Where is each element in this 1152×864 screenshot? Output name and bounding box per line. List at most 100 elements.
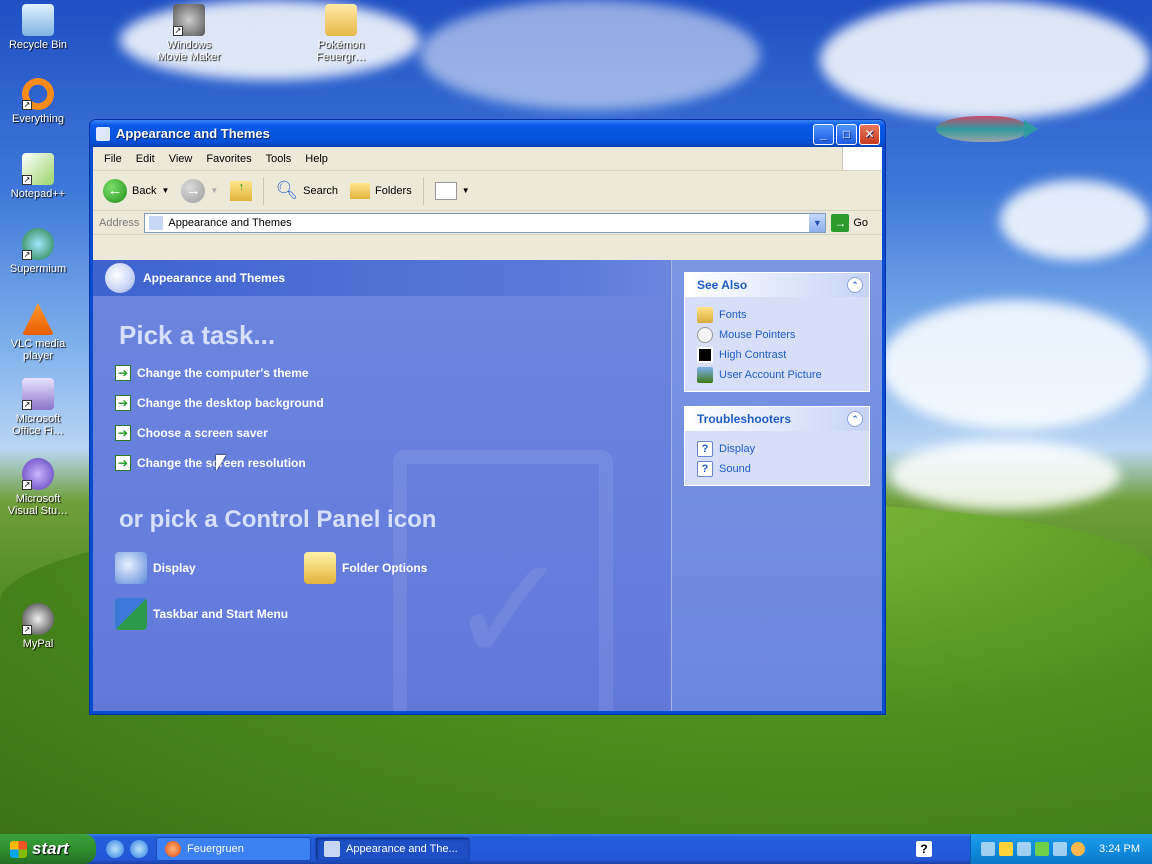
menu-bar: File Edit View Favorites Tools Help bbox=[93, 147, 882, 171]
task-link[interactable]: ➔ Change the desktop background bbox=[115, 395, 324, 411]
side-task-pane: See Also ⌃ Fonts Mouse Pointers High Con… bbox=[672, 260, 882, 711]
clock[interactable]: 3:24 PM bbox=[1099, 843, 1140, 855]
system-tray: 3:24 PM bbox=[970, 834, 1152, 864]
troubleshooters-header[interactable]: Troubleshooters ⌃ bbox=[685, 407, 869, 431]
collapse-chevron-icon[interactable]: ⌃ bbox=[847, 411, 863, 427]
task-label: Change the desktop background bbox=[137, 396, 324, 410]
task-label: Feuergruen bbox=[187, 843, 244, 855]
see-also-panel: See Also ⌃ Fonts Mouse Pointers High Con… bbox=[684, 272, 870, 392]
tray-app-icon[interactable] bbox=[1017, 842, 1031, 856]
tray-search-icon[interactable] bbox=[1071, 842, 1085, 856]
green-arrow-icon: ➔ bbox=[115, 455, 131, 471]
help-icon: ? bbox=[697, 461, 713, 477]
office-icon: ↗ bbox=[22, 378, 54, 410]
tray-volume-icon[interactable] bbox=[1053, 842, 1067, 856]
supermium-icon: ↗ bbox=[22, 228, 54, 260]
forward-arrow-icon: → bbox=[181, 178, 206, 203]
desktop-icon-label: Notepad++ bbox=[10, 188, 66, 200]
link-label: Mouse Pointers bbox=[719, 329, 796, 341]
category-banner: Appearance and Themes bbox=[93, 260, 671, 296]
desktop-icon-label: Recycle Bin bbox=[8, 39, 68, 51]
cp-icon-folder-options[interactable]: Folder Options bbox=[304, 552, 427, 584]
desktop-icon-vlc[interactable]: VLC media player bbox=[0, 303, 76, 362]
address-field[interactable]: Appearance and Themes ▼ bbox=[144, 212, 827, 233]
desktop-icon-label: MyPal bbox=[22, 638, 54, 650]
green-arrow-icon: ➔ bbox=[115, 425, 131, 441]
vlc-cone-icon bbox=[22, 303, 54, 335]
see-also-header[interactable]: See Also ⌃ bbox=[685, 273, 869, 297]
link-high-contrast[interactable]: High Contrast bbox=[697, 345, 857, 365]
back-button[interactable]: ← Back ▼ bbox=[99, 176, 173, 206]
desktop-icon-recycle-bin[interactable]: Recycle Bin bbox=[0, 4, 76, 51]
cp-icon-display[interactable]: Display bbox=[115, 552, 196, 584]
task-link[interactable]: ➔ Choose a screen saver bbox=[115, 425, 268, 441]
desktop-icon-label: Everything bbox=[12, 113, 64, 125]
menu-tools[interactable]: Tools bbox=[259, 153, 299, 165]
cp-icon-taskbar-start-menu[interactable]: Taskbar and Start Menu bbox=[115, 598, 288, 630]
explorer-window: Appearance and Themes _ □ ✕ File Edit Vi… bbox=[89, 119, 886, 715]
help-icon: ? bbox=[697, 441, 713, 457]
link-label: Display bbox=[719, 443, 756, 455]
link-label: Fonts bbox=[719, 309, 747, 321]
control-panel-icon bbox=[96, 126, 110, 141]
link-mouse-pointers[interactable]: Mouse Pointers bbox=[697, 325, 857, 345]
tray-app-icon[interactable] bbox=[1035, 842, 1049, 856]
link-user-account-picture[interactable]: User Account Picture bbox=[697, 365, 857, 385]
task-link[interactable]: ➔ Change the screen resolution bbox=[115, 455, 306, 471]
address-bar: Address Appearance and Themes ▼ → Go bbox=[93, 211, 882, 235]
taskbar-button-feuergruen[interactable]: Feuergruen bbox=[156, 837, 311, 861]
maximize-button[interactable]: □ bbox=[836, 124, 857, 145]
see-also-title: See Also bbox=[697, 278, 748, 292]
link-label: User Account Picture bbox=[719, 369, 822, 381]
collapse-chevron-icon[interactable]: ⌃ bbox=[847, 277, 863, 293]
tray-network-icon[interactable] bbox=[981, 842, 995, 856]
task-label: Change the computer's theme bbox=[137, 366, 309, 380]
chevron-down-icon[interactable]: ▼ bbox=[161, 186, 169, 195]
go-label: Go bbox=[853, 216, 869, 229]
minimize-button[interactable]: _ bbox=[813, 124, 834, 145]
views-button[interactable]: ▼ bbox=[431, 176, 474, 206]
menu-favorites[interactable]: Favorites bbox=[199, 153, 258, 165]
address-dropdown-button[interactable]: ▼ bbox=[809, 213, 826, 232]
toolbar-separator bbox=[263, 176, 265, 205]
forward-button[interactable]: → ▼ bbox=[177, 176, 222, 206]
views-icon bbox=[434, 181, 457, 200]
desktop-icon-mypal[interactable]: ↗ MyPal bbox=[0, 603, 76, 650]
taskbar-start-menu-icon bbox=[115, 598, 147, 630]
fish-desktop-pet bbox=[936, 116, 1038, 142]
link-fonts[interactable]: Fonts bbox=[697, 305, 857, 325]
desktop-icon-pokemon[interactable]: Pokémon Feuergr… bbox=[303, 4, 379, 63]
close-button[interactable]: ✕ bbox=[859, 124, 880, 145]
desktop-icon-notepadpp[interactable]: ↗ Notepad++ bbox=[0, 153, 76, 200]
internet-explorer-icon[interactable] bbox=[106, 840, 124, 858]
desktop-icon-visual-studio[interactable]: ↗ Microsoft Visual Stu… bbox=[0, 458, 76, 517]
show-desktop-icon[interactable] bbox=[130, 840, 148, 858]
green-arrow-icon: ➔ bbox=[115, 365, 131, 381]
desktop-icon-everything[interactable]: ↗ Everything bbox=[0, 78, 76, 125]
go-button[interactable]: → Go bbox=[831, 213, 869, 232]
up-folder-button[interactable]: ↑ bbox=[226, 176, 256, 206]
banner-title: Appearance and Themes bbox=[143, 271, 286, 285]
task-link[interactable]: ➔ Change the computer's theme bbox=[115, 365, 309, 381]
desktop-icon-supermium[interactable]: ↗ Supermium bbox=[0, 228, 76, 275]
menu-edit[interactable]: Edit bbox=[129, 153, 162, 165]
toolbar: ← Back ▼ → ▼ ↑ 🔍︎ Search Folders ▼ bbox=[93, 171, 882, 211]
menu-view[interactable]: View bbox=[162, 153, 200, 165]
link-troubleshoot-sound[interactable]: ? Sound bbox=[697, 459, 857, 479]
tray-shield-icon[interactable] bbox=[999, 842, 1013, 856]
help-icon[interactable]: ? bbox=[916, 841, 932, 857]
desktop-icon-office[interactable]: ↗ Microsoft Office Fi… bbox=[0, 378, 76, 437]
menu-file[interactable]: File bbox=[97, 153, 129, 165]
notepad-plus-plus-icon: ↗ bbox=[22, 153, 54, 185]
desktop-icon-label: VLC media player bbox=[10, 338, 66, 362]
menu-help[interactable]: Help bbox=[298, 153, 335, 165]
chevron-down-icon[interactable]: ▼ bbox=[210, 186, 218, 195]
window-titlebar[interactable]: Appearance and Themes _ □ ✕ bbox=[90, 120, 885, 147]
desktop-icon-movie-maker[interactable]: ↗ Windows Movie Maker bbox=[151, 4, 227, 63]
folders-button[interactable]: Folders bbox=[346, 176, 416, 206]
back-arrow-icon: ← bbox=[103, 178, 127, 203]
taskbar-button-appearance-themes[interactable]: Appearance and The... bbox=[315, 837, 470, 861]
link-troubleshoot-display[interactable]: ? Display bbox=[697, 439, 857, 459]
start-button[interactable]: start bbox=[0, 834, 96, 864]
search-button[interactable]: 🔍︎ Search bbox=[271, 176, 342, 206]
